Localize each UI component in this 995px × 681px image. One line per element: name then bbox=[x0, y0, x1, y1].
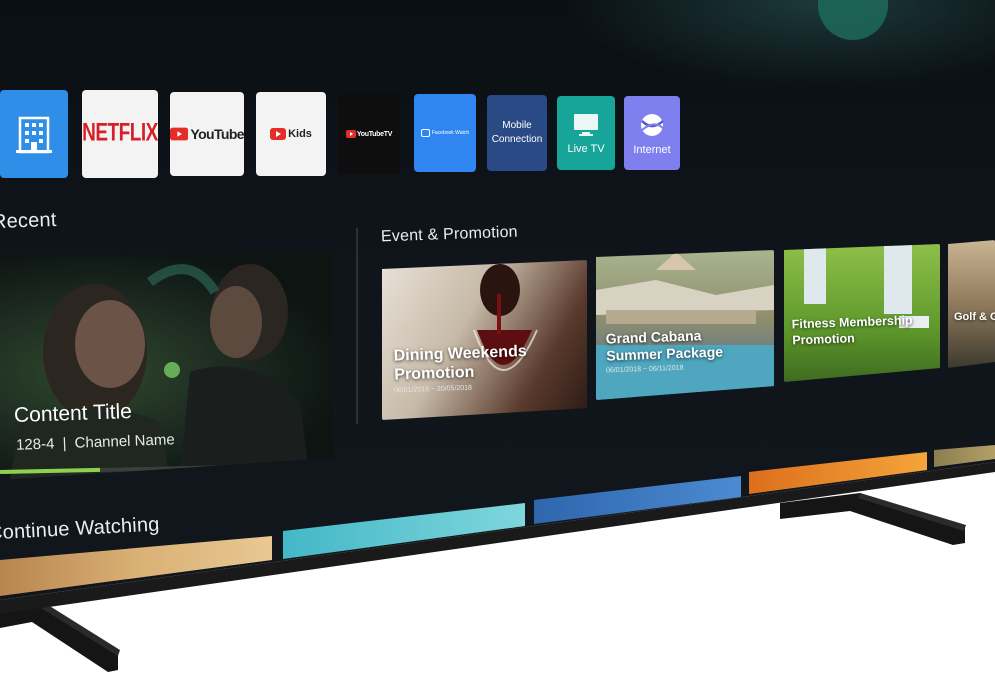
youtube-play-icon bbox=[170, 127, 189, 141]
youtube-tv-icon bbox=[345, 130, 356, 138]
youtube-kids-icon bbox=[270, 128, 287, 140]
recent-heading: Recent bbox=[0, 208, 57, 234]
app-tile-youtube-tv[interactable]: YouTubeTV bbox=[338, 94, 400, 174]
recent-content-title: Content Title bbox=[13, 399, 133, 428]
event-card-fitness[interactable]: Fitness Membership Promotion bbox=[784, 244, 940, 382]
recent-content-card[interactable]: Content Title 128-4 | Channel Name bbox=[0, 252, 333, 480]
background-glow bbox=[560, 0, 995, 90]
app-tile-building[interactable] bbox=[0, 90, 68, 178]
facebook-watch-icon bbox=[420, 129, 430, 137]
event-card-fitness-title: Fitness Membership Promotion bbox=[791, 313, 913, 348]
channel-name: Channel Name bbox=[74, 431, 175, 452]
app-tile-live-tv[interactable]: Live TV bbox=[557, 96, 615, 170]
internet-label: Internet bbox=[633, 143, 671, 156]
live-tv-label: Live TV bbox=[567, 143, 605, 155]
app-tile-mobile-connection[interactable]: Mobile Connection bbox=[487, 95, 547, 171]
internet-globe-icon bbox=[640, 113, 665, 136]
mobile-connection-label: Mobile Connection bbox=[491, 120, 543, 145]
wine-glass-image bbox=[473, 264, 538, 371]
event-card-golf-title: Golf & Get bbox=[954, 311, 995, 323]
app-tile-netflix[interactable]: NETFLIX bbox=[82, 90, 158, 178]
event-card-cabana-title: Grand Cabana Summer Package bbox=[605, 327, 724, 364]
section-divider bbox=[356, 228, 358, 424]
youtube-label: YouTube bbox=[190, 126, 244, 142]
facebook-watch-label: Facebook Watch bbox=[431, 130, 470, 136]
app-tile-youtube[interactable]: YouTube bbox=[170, 92, 244, 176]
event-promotion-heading: Event & Promotion bbox=[380, 223, 519, 246]
youtube-kids-label: Kids bbox=[288, 128, 312, 140]
app-tile-youtube-kids[interactable]: Kids bbox=[256, 92, 326, 176]
youtube-tv-label: YouTubeTV bbox=[356, 130, 393, 138]
building-icon bbox=[16, 116, 52, 154]
event-card-golf[interactable]: Golf & Get bbox=[948, 240, 995, 368]
netflix-logo: NETFLIX bbox=[82, 119, 158, 147]
event-card-dining[interactable]: Dining Weekends Promotion 06/01/2018 ~ 2… bbox=[382, 260, 587, 420]
event-card-dining-title: Dining Weekends Promotion bbox=[393, 342, 527, 384]
channel-number: 128-4 bbox=[15, 435, 55, 454]
tv-screen: NETFLIX YouTube Kids YouTubeTV Facebook … bbox=[0, 0, 995, 600]
tv-monitor-icon bbox=[574, 114, 598, 136]
continue-watching-heading: Continue Watching bbox=[0, 513, 161, 545]
tv-scene: NETFLIX YouTube Kids YouTubeTV Facebook … bbox=[0, 0, 995, 681]
channel-separator: | bbox=[62, 435, 67, 453]
app-tile-internet[interactable]: Internet bbox=[624, 96, 680, 170]
app-tile-facebook-watch[interactable]: Facebook Watch bbox=[414, 94, 476, 172]
event-card-cabana[interactable]: Grand Cabana Summer Package 06/01/2018 ~… bbox=[596, 250, 774, 400]
